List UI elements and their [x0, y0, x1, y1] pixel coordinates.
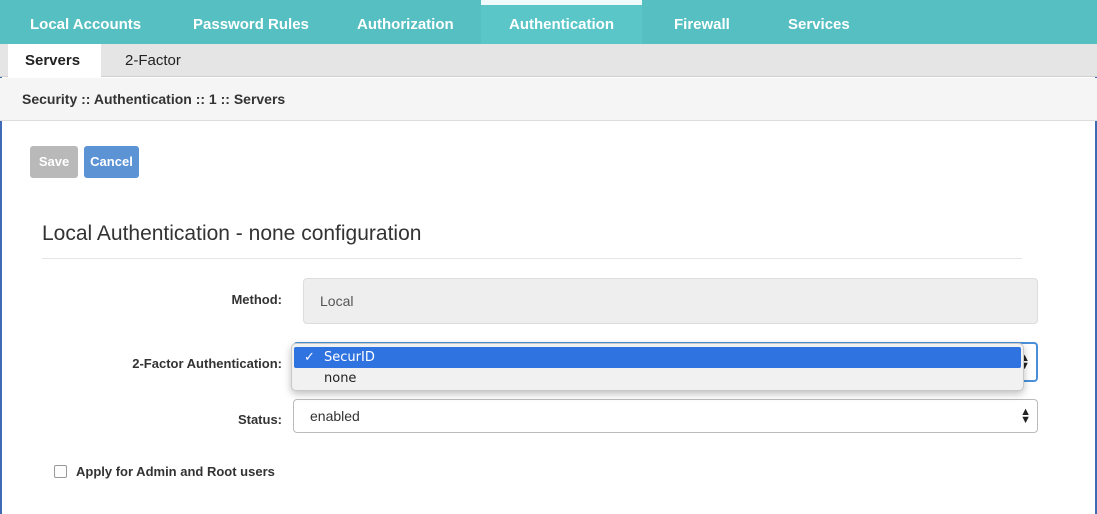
check-icon: ✓ — [304, 350, 315, 365]
two-factor-label: 2-Factor Authentication: — [132, 356, 282, 371]
tab-local-accounts[interactable]: Local Accounts — [30, 0, 141, 44]
tab-authentication-label: Authentication — [509, 16, 614, 33]
subtab-2-factor[interactable]: 2-Factor — [125, 44, 181, 77]
select-arrows-icon: ▲ ▼ — [1020, 406, 1031, 426]
subtab-servers[interactable]: Servers — [8, 44, 101, 77]
apply-admin-checkbox[interactable] — [54, 465, 67, 478]
two-factor-dropdown: ✓ SecurID none — [291, 343, 1024, 391]
status-label: Status: — [237, 412, 282, 427]
dropdown-option-securid[interactable]: ✓ SecurID — [294, 347, 1021, 368]
save-button[interactable]: Save — [30, 146, 78, 178]
subtab-servers-label: Servers — [25, 52, 81, 69]
tab-authentication[interactable]: Authentication — [481, 0, 642, 44]
tab-authorization[interactable]: Authorization — [357, 0, 454, 44]
method-field: Local — [303, 278, 1038, 324]
cancel-button[interactable]: Cancel — [84, 146, 139, 178]
tab-firewall[interactable]: Firewall — [674, 0, 730, 44]
dropdown-option-none[interactable]: none — [294, 368, 1021, 389]
section-divider — [42, 258, 1022, 259]
breadcrumb: Security :: Authentication :: 1 :: Serve… — [22, 91, 286, 107]
method-value: Local — [320, 293, 354, 309]
section-title: Local Authentication - none configuratio… — [42, 222, 422, 245]
sub-tab-bar: Servers 2-Factor — [0, 44, 1097, 77]
tab-password-rules[interactable]: Password Rules — [193, 0, 309, 44]
top-tab-bar: Local Accounts Password Rules Authorizat… — [0, 0, 1097, 44]
dropdown-option-label: none — [324, 371, 357, 386]
dropdown-option-label: SecurID — [324, 350, 375, 365]
tab-services[interactable]: Services — [788, 0, 850, 44]
status-select[interactable]: enabled ▲ ▼ — [293, 399, 1038, 433]
method-label: Method: — [231, 292, 282, 307]
apply-admin-label: Apply for Admin and Root users — [76, 464, 275, 479]
status-value: enabled — [310, 408, 360, 424]
breadcrumb-bar: Security :: Authentication :: 1 :: Serve… — [0, 78, 1097, 121]
